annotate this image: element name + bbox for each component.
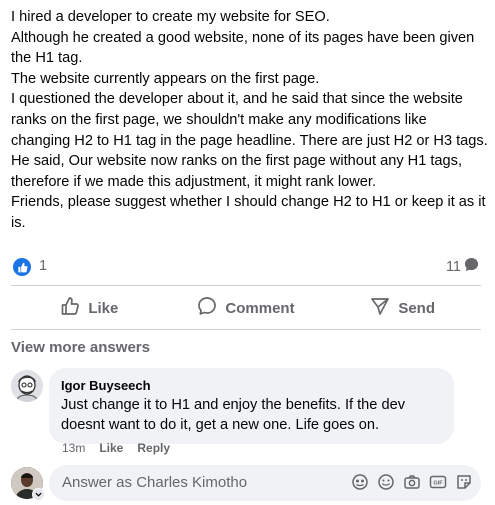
post-line: Friends, please suggest whether I should… <box>11 194 486 231</box>
send-button[interactable]: Send <box>324 291 481 325</box>
camera-icon[interactable] <box>403 473 421 491</box>
view-more-answers-link[interactable]: View more answers <box>11 339 150 356</box>
commenter-name[interactable]: Igor Buyseech <box>61 377 442 394</box>
like-label: Like <box>88 299 119 317</box>
post-body: I hired a developer to create my website… <box>11 7 489 234</box>
like-reaction-icon[interactable] <box>13 258 31 276</box>
comment-meta: 13m Like Reply <box>62 441 170 455</box>
answer-composer: Answer as Charles Kimotho GIF <box>11 465 481 501</box>
comment-count: 11 <box>445 259 461 275</box>
comment-icon <box>197 296 217 320</box>
post-line: I questioned the developer about it, and… <box>11 91 488 149</box>
emoji-icon[interactable] <box>377 473 395 491</box>
post-line: The website currently appears on the fir… <box>11 70 320 87</box>
post-line: I hired a developer to create my website… <box>11 9 330 25</box>
reaction-count[interactable]: 1 <box>39 258 47 274</box>
answer-input[interactable]: Answer as Charles Kimotho GIF <box>49 465 481 501</box>
divider <box>11 285 481 286</box>
reactions-bar: 1 11 <box>11 256 481 278</box>
comment-label: Comment <box>225 299 295 317</box>
comment-like-link[interactable]: Like <box>99 441 123 455</box>
comment-reply-link[interactable]: Reply <box>137 441 170 455</box>
answer-placeholder: Answer as Charles Kimotho <box>62 474 248 491</box>
composer-tools: GIF <box>351 473 473 491</box>
comment-timestamp[interactable]: 13m <box>62 441 85 455</box>
post-line: He said, Our website now ranks on the fi… <box>11 153 463 190</box>
post-line: Although he created a good website, none… <box>11 29 475 67</box>
comment-text: Just change it to H1 and enjoy the benef… <box>61 397 405 433</box>
sticker-icon[interactable] <box>455 473 473 491</box>
comment-bubble-icon <box>464 257 479 277</box>
gif-icon[interactable]: GIF <box>429 473 447 491</box>
thumbs-up-icon <box>60 296 80 320</box>
chevron-down-icon[interactable] <box>32 488 45 501</box>
divider <box>11 329 481 330</box>
comment-count-link[interactable]: 11 <box>446 257 479 277</box>
comment-bubble: Igor Buyseech Just change it to H1 and e… <box>49 368 454 444</box>
send-icon <box>370 296 390 320</box>
comment-button[interactable]: Comment <box>168 291 325 325</box>
avatar[interactable] <box>11 370 43 402</box>
avatar-sticker-icon[interactable] <box>351 473 369 491</box>
post-actions: Like Comment Send <box>11 291 481 325</box>
svg-text:GIF: GIF <box>433 481 443 487</box>
like-button[interactable]: Like <box>11 291 168 325</box>
send-label: Send <box>398 299 436 317</box>
